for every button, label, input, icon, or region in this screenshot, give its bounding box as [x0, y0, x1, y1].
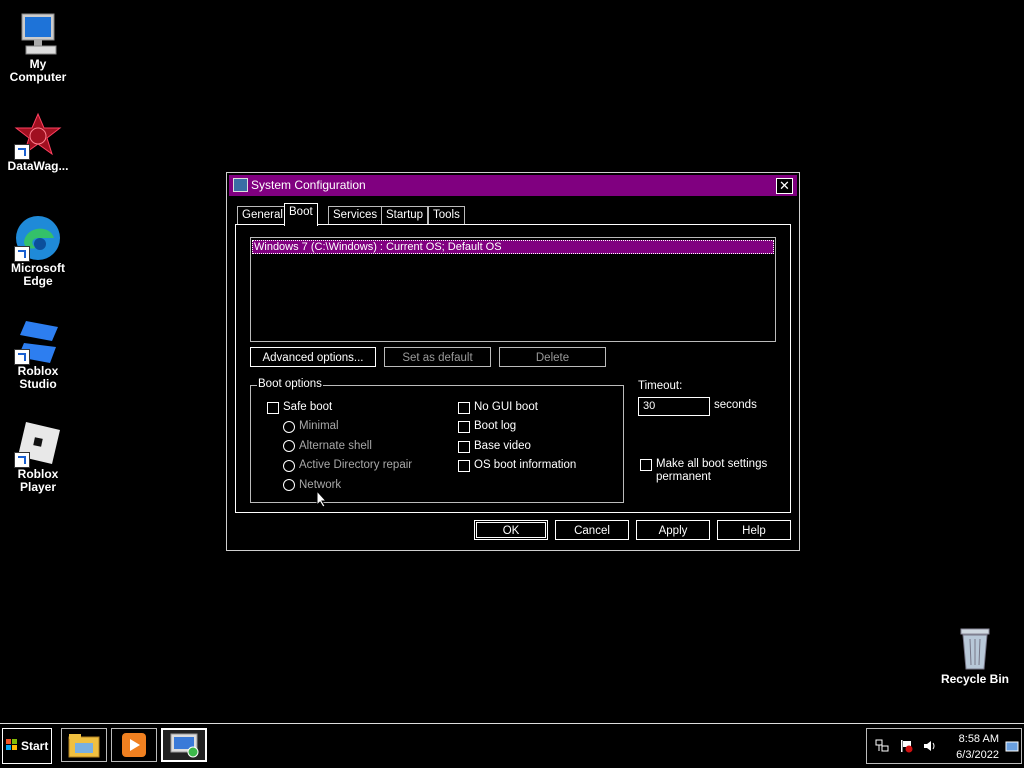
make-permanent-label: Make all boot settings permanent	[656, 458, 768, 483]
start-button[interactable]: Start	[2, 728, 52, 764]
os-list[interactable]: Windows 7 (C:\Windows) : Current OS; Def…	[250, 237, 776, 342]
base-video-checkbox[interactable]	[458, 441, 470, 453]
show-desktop-icon[interactable]	[1005, 741, 1019, 753]
network-icon[interactable]	[875, 739, 889, 753]
minimal-radio[interactable]	[283, 421, 295, 433]
windows-logo-icon	[5, 739, 17, 750]
no-gui-boot-checkbox[interactable]	[458, 402, 470, 414]
close-button[interactable]: ✕	[776, 178, 793, 194]
desktop-icon-label: Recycle Bin	[940, 672, 1010, 686]
tab-tools[interactable]: Tools	[428, 206, 465, 225]
tab-general[interactable]: General	[237, 206, 288, 225]
shortcut-arrow-icon	[14, 144, 30, 160]
list-item[interactable]: Windows 7 (C:\Windows) : Current OS; Def…	[252, 240, 774, 254]
desktop-icon-label: DataWag...	[7, 159, 69, 173]
file-explorer-icon	[68, 734, 100, 758]
ok-button[interactable]: OK	[474, 520, 548, 540]
delete-button[interactable]: Delete	[499, 347, 606, 367]
desktop-icon-datawag[interactable]: DataWag...	[0, 112, 76, 173]
taskbar-file-explorer[interactable]	[61, 728, 107, 762]
set-as-default-button[interactable]: Set as default	[384, 347, 491, 367]
clock-date[interactable]: 6/3/2022	[947, 749, 999, 761]
active-directory-repair-label: Active Directory repair	[299, 459, 413, 471]
desktop-icon-label: Roblox Player	[17, 467, 59, 494]
shortcut-arrow-icon	[14, 349, 30, 365]
safe-boot-label: Safe boot	[283, 401, 333, 413]
taskbar-media-player[interactable]	[111, 728, 157, 762]
system-configuration-icon	[233, 178, 248, 192]
title-bar[interactable]: System Configuration ✕	[229, 175, 797, 196]
network-radio[interactable]	[283, 479, 295, 491]
desktop-icon-recycle-bin[interactable]: Recycle Bin	[936, 625, 1014, 686]
tab-services[interactable]: Services	[328, 206, 383, 225]
taskbar-system-configuration[interactable]	[161, 728, 207, 762]
timeout-input[interactable]: 30	[638, 397, 710, 416]
help-button[interactable]: Help	[717, 520, 791, 540]
system-tray: 8:58 AM 6/3/2022	[866, 728, 1022, 764]
media-player-icon	[122, 733, 146, 757]
computer-icon	[14, 10, 62, 58]
tab-boot[interactable]: Boot	[284, 203, 318, 226]
recycle-bin-icon	[951, 625, 999, 673]
datawag-icon	[14, 112, 62, 160]
shortcut-arrow-icon	[14, 246, 30, 262]
mouse-cursor-icon	[316, 490, 328, 508]
seconds-label: seconds	[714, 399, 757, 411]
clock-time[interactable]: 8:58 AM	[953, 733, 999, 745]
minimal-label: Minimal	[299, 420, 339, 432]
active-directory-repair-radio[interactable]	[283, 460, 295, 472]
boot-log-label: Boot log	[474, 420, 517, 432]
alternate-shell-label: Alternate shell	[299, 440, 372, 452]
taskbar: Start 8:58 AM 6/3/2022	[0, 723, 1024, 768]
boot-tab-panel: Windows 7 (C:\Windows) : Current OS; Def…	[235, 224, 791, 513]
safe-boot-checkbox[interactable]	[267, 402, 279, 414]
desktop-icon-roblox-studio[interactable]: Roblox Studio	[0, 317, 76, 391]
boot-options-legend: Boot options	[257, 378, 323, 390]
desktop-icon-edge[interactable]: Microsoft Edge	[0, 214, 76, 288]
make-permanent-checkbox[interactable]	[640, 459, 652, 471]
volume-icon[interactable]	[923, 739, 937, 753]
desktop-icon-roblox-player[interactable]: Roblox Player	[0, 420, 76, 494]
tab-startup[interactable]: Startup	[381, 206, 429, 225]
no-gui-boot-label: No GUI boot	[474, 401, 538, 413]
base-video-label: Base video	[474, 440, 531, 452]
os-boot-information-label: OS boot information	[474, 459, 577, 471]
boot-log-checkbox[interactable]	[458, 421, 470, 433]
timeout-label: Timeout:	[638, 380, 683, 392]
advanced-options-button[interactable]: Advanced options...	[250, 347, 376, 367]
desktop-icon-my-computer[interactable]: My Computer	[0, 10, 76, 84]
edge-icon	[14, 214, 62, 262]
shortcut-arrow-icon	[14, 452, 30, 468]
apply-button[interactable]: Apply	[636, 520, 710, 540]
system-configuration-icon	[170, 733, 199, 758]
system-configuration-window: System Configuration ✕ General Boot Serv…	[226, 172, 800, 551]
action-center-flag-icon[interactable]	[899, 739, 913, 753]
alternate-shell-radio[interactable]	[283, 440, 295, 452]
os-boot-information-checkbox[interactable]	[458, 460, 470, 472]
roblox-player-icon	[14, 420, 62, 468]
desktop-icon-label: Microsoft Edge	[11, 261, 65, 288]
desktop-icon-label: Roblox Studio	[17, 364, 59, 391]
desktop-icon-label: My Computer	[9, 57, 67, 84]
start-label: Start	[21, 739, 49, 753]
window-title: System Configuration	[251, 178, 366, 192]
roblox-studio-icon	[14, 317, 62, 365]
boot-options-group: Boot options Safe boot Minimal Alternate…	[250, 378, 624, 503]
cancel-button[interactable]: Cancel	[555, 520, 629, 540]
